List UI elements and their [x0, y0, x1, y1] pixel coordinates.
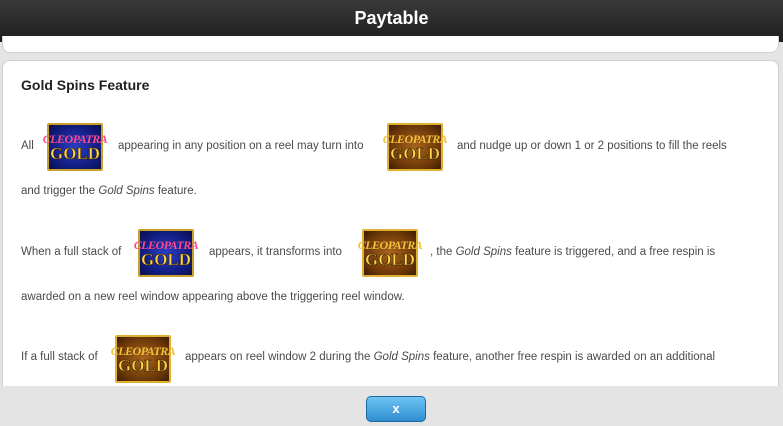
p3-appears-text: appears on reel window 2 during the: [185, 351, 371, 363]
symbol-text-1: CLEOPATRA: [133, 237, 199, 252]
p2-text-appears: appears, it transforms into: [209, 246, 342, 258]
gold-spins-emphasis: Gold Spins: [373, 351, 430, 363]
p1-feature-text: feature.: [157, 185, 197, 197]
gold-spins-emphasis: Gold Spins: [455, 246, 512, 258]
symbol-text-2: GOLD: [49, 143, 101, 163]
cleopatra-gold-gold-symbol: CLEOPATRA GOLD: [358, 229, 423, 277]
symbol-text-1: CLEOPATRA: [42, 131, 108, 146]
p2-text-when: When a full stack of: [21, 246, 122, 258]
symbol-text-2: GOLD: [117, 355, 169, 375]
cleopatra-gold-gold-symbol: CLEOPATRA GOLD: [383, 123, 448, 171]
symbol-text-1: CLEOPATRA: [382, 131, 448, 146]
p3-respin-text: feature, another free respin is awarded …: [433, 351, 716, 363]
p3-text-appears: appears on reel window 2 during the Gold…: [185, 351, 715, 363]
p1-text-appearing: appearing in any position on a reel may …: [118, 140, 364, 152]
cleopatra-gold-gold-symbol: CLEOPATRA GOLD: [111, 335, 176, 383]
cleopatra-gold-blue-symbol: CLEOPATRA GOLD: [43, 123, 108, 171]
p2-the-text: , the: [430, 246, 453, 258]
p3-text-if: If a full stack of: [21, 351, 98, 363]
symbol-text-2: GOLD: [389, 143, 441, 163]
symbol-text-2: GOLD: [364, 249, 416, 269]
close-button[interactable]: x: [366, 396, 426, 422]
previous-section-card: [2, 36, 779, 53]
p2-respin-text: feature is triggered, and a free respin …: [515, 246, 716, 258]
p2-text-awarded: awarded on a new reel window appearing a…: [21, 291, 405, 303]
p1-text-all: All: [21, 140, 34, 152]
gold-spins-emphasis: Gold Spins: [98, 185, 155, 197]
cleopatra-gold-blue-symbol: CLEOPATRA GOLD: [134, 229, 199, 277]
section-title: Gold Spins Feature: [21, 77, 150, 93]
symbol-text-2: GOLD: [140, 249, 192, 269]
page-title: Paytable: [354, 8, 429, 28]
p1-trigger-text: and trigger the: [21, 185, 96, 197]
p2-text-triggered: , the Gold Spins feature is triggered, a…: [430, 246, 715, 258]
p1-text-trigger: and trigger the Gold Spins feature.: [21, 185, 197, 197]
gold-spins-section: Gold Spins Feature All CLEOPATRA GOLD ap…: [2, 60, 779, 402]
symbol-text-1: CLEOPATRA: [110, 343, 176, 358]
p1-text-nudge: and nudge up or down 1 or 2 positions to…: [457, 140, 727, 152]
symbol-text-1: CLEOPATRA: [357, 237, 423, 252]
